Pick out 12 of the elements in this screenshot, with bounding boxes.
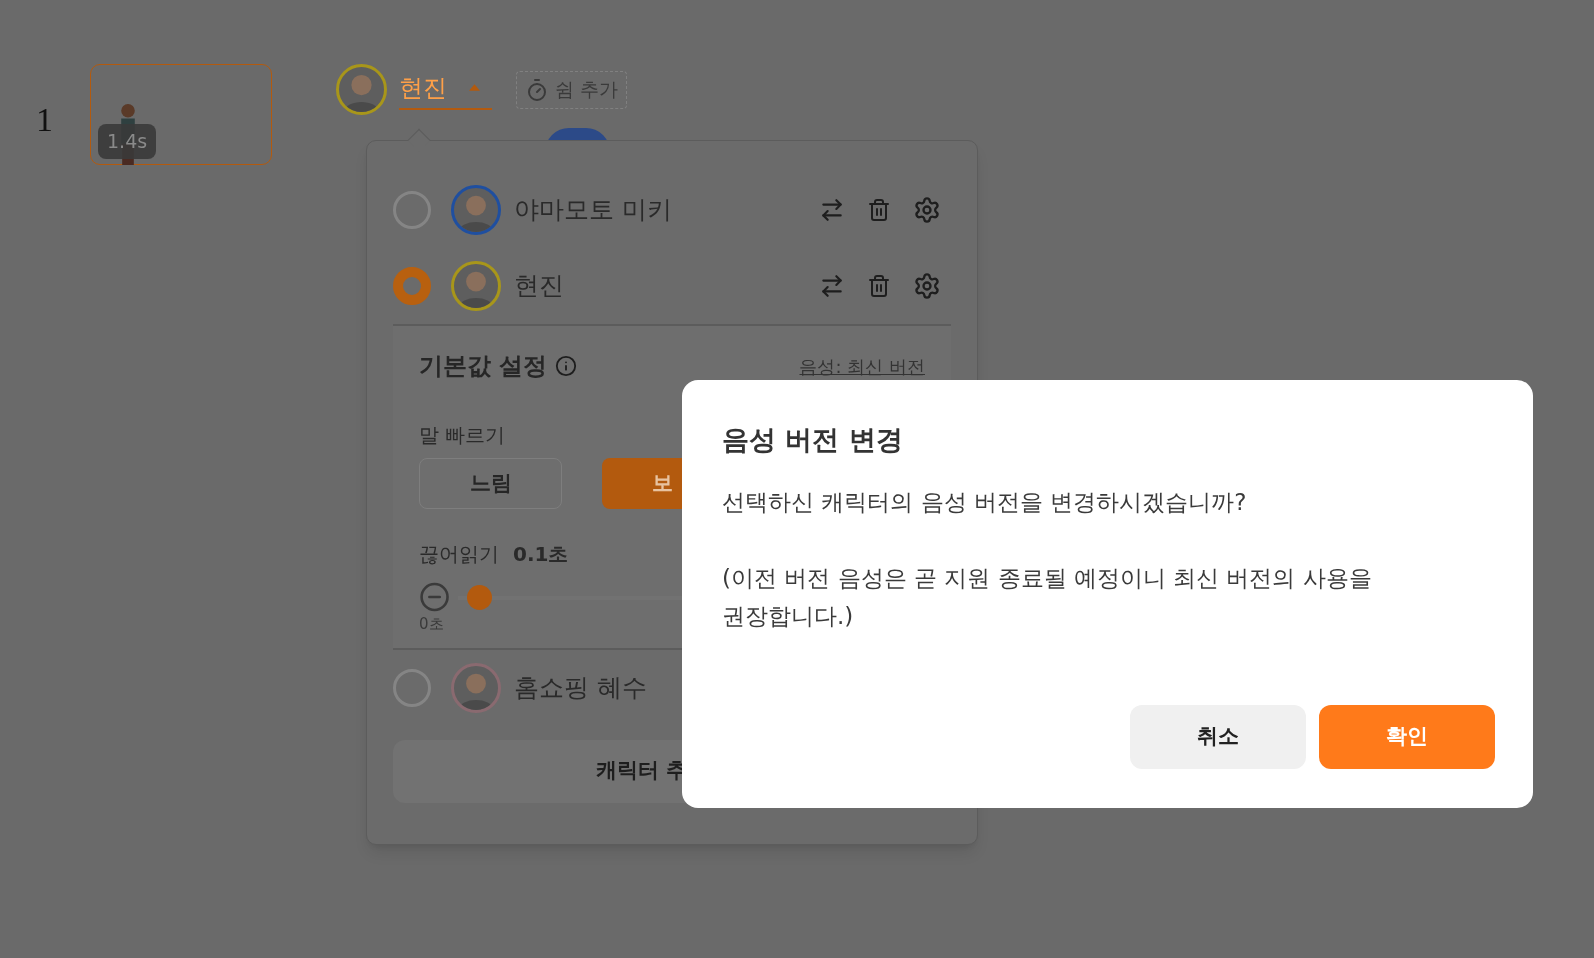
duration-badge: 1.4s	[98, 124, 157, 159]
dialog-message: 선택하신 캐릭터의 음성 버전을 변경하시겠습니까?	[722, 487, 1248, 517]
dialog-message: (이전 버전 음성은 곧 지원 종료될 예정이니 최신 버전의 사용을 권장합니다.)	[722, 563, 1373, 631]
character-name: 현진	[514, 270, 564, 303]
dialog-title: 음성 버전 변경	[722, 423, 903, 457]
character-name: 홈쇼핑 혜수	[514, 671, 647, 704]
pause-value: 0.1초	[513, 541, 569, 568]
row-number: 1	[36, 100, 53, 140]
speed-label: 말 빠르기	[419, 422, 506, 449]
character-name: 야마모토 미키	[514, 194, 672, 227]
settings-title: 기본값 설정	[419, 351, 548, 382]
pause-label: 끊어읽기	[419, 541, 499, 568]
